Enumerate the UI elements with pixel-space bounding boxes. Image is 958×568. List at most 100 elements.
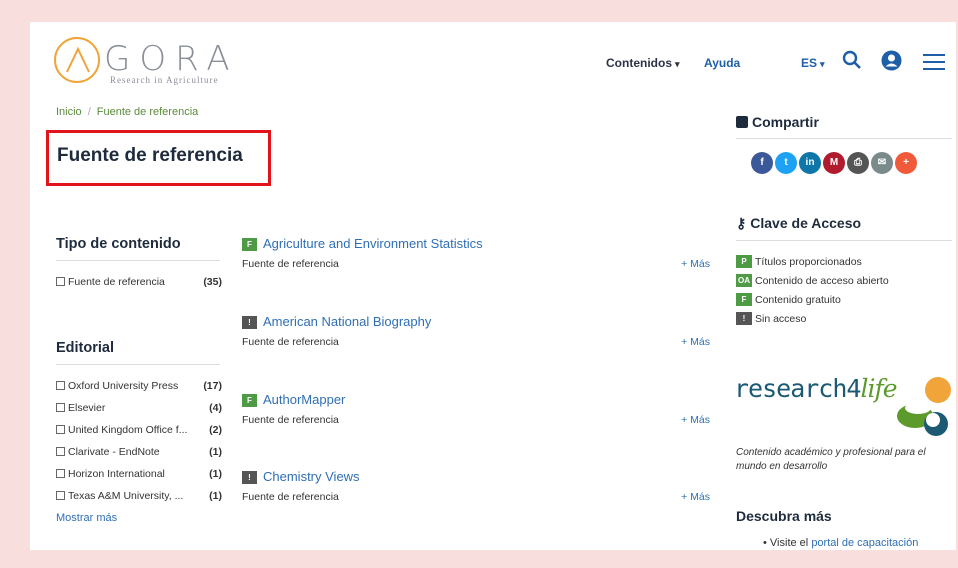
page-title: Fuente de referencia (57, 145, 243, 166)
checkbox[interactable] (56, 277, 65, 286)
print-icon[interactable]: ⎙ (847, 152, 869, 174)
key-item-label: Títulos proporcionados (755, 256, 862, 268)
access-badge-icon: ! (242, 316, 257, 329)
facebook-icon[interactable]: f (751, 152, 773, 174)
result-title-link[interactable]: American National Biography (263, 314, 431, 329)
facet-option-count: (1) (209, 490, 222, 502)
access-badge-icon: F (242, 394, 257, 407)
share-heading-label: Compartir (752, 114, 819, 130)
r4l-main: research4 (734, 374, 861, 403)
logo-a-icon (54, 37, 100, 83)
access-key-heading: ⚷ Clave de Acceso (736, 215, 952, 241)
nav-contenidos[interactable]: Contenidos ▾ (606, 56, 680, 70)
visit-item: • Visite el portal de capacitación (763, 537, 918, 549)
key-item: OA Contenido de acceso abierto (736, 274, 889, 287)
facet-option-label: Texas A&M University, ... (68, 490, 184, 502)
result-more-link[interactable]: + Más (681, 258, 710, 270)
access-badge-icon: ! (736, 312, 752, 325)
facet-option-label: Elsevier (68, 402, 106, 414)
facet-option-label: Horizon International (68, 468, 165, 480)
discover-heading: Descubra más (736, 508, 832, 524)
hamburger-menu-icon[interactable] (923, 54, 945, 75)
facet-option[interactable]: Clarivate - EndNote (1) (56, 446, 222, 460)
facet-option-label: Fuente de referencia (68, 276, 165, 288)
checkbox[interactable] (56, 381, 65, 390)
facet-option[interactable]: Texas A&M University, ... (1) (56, 490, 222, 504)
plus-icon[interactable]: + (895, 152, 917, 174)
nav-contenidos-label: Contenidos (606, 56, 672, 70)
r4l-wordmark: research4life (734, 374, 898, 403)
agora-logo[interactable]: GORA Research in Agriculture (54, 37, 254, 87)
result-item: F Agriculture and Environment Statistics … (242, 235, 712, 270)
result-type: Fuente de referencia (242, 414, 339, 426)
linkedin-icon[interactable]: in (799, 152, 821, 174)
key-item: F Contenido gratuito (736, 293, 841, 306)
facet-option-count: (2) (209, 424, 222, 436)
result-title-link[interactable]: Chemistry Views (263, 469, 360, 484)
page-title-highlight: Fuente de referencia (46, 130, 271, 186)
facet-option[interactable]: Oxford University Press (17) (56, 380, 222, 394)
nav-ayuda[interactable]: Ayuda (704, 56, 740, 70)
access-badge-icon: F (736, 293, 752, 306)
search-icon[interactable] (842, 50, 862, 75)
result-more-link[interactable]: + Más (681, 414, 710, 426)
r4l-leaves-icon (897, 377, 951, 436)
training-portal-link[interactable]: portal de capacitación (811, 537, 918, 549)
mendeley-icon[interactable]: M (823, 152, 845, 174)
access-key-heading-label: Clave de Acceso (750, 215, 862, 231)
key-item-label: Contenido gratuito (755, 294, 841, 306)
facet-option-count: (35) (203, 276, 222, 288)
breadcrumb-separator: / (87, 106, 91, 118)
logo-name: GORA (104, 39, 239, 79)
key-icon: ⚷ (736, 215, 747, 231)
social-buttons: f t in M ⎙ ✉ + (751, 152, 919, 174)
result-type: Fuente de referencia (242, 336, 339, 348)
research4life-logo[interactable]: research4life (734, 368, 954, 440)
result-item: ! American National Biography Fuente de r… (242, 313, 712, 348)
checkbox[interactable] (56, 469, 65, 478)
checkbox[interactable] (56, 425, 65, 434)
facet-heading-tipo: Tipo de contenido (56, 236, 220, 261)
result-item: ! Chemistry Views Fuente de referencia + … (242, 468, 712, 503)
breadcrumb-current[interactable]: Fuente de referencia (97, 106, 199, 118)
result-more-link[interactable]: + Más (681, 336, 710, 348)
facet-option-label: United Kingdom Office f... (68, 424, 188, 436)
access-badge-icon: F (242, 238, 257, 251)
result-more-link[interactable]: + Más (681, 491, 710, 503)
checkbox[interactable] (56, 491, 65, 500)
email-icon[interactable]: ✉ (871, 152, 893, 174)
access-badge-icon: OA (736, 274, 752, 287)
key-item-label: Sin acceso (755, 313, 807, 325)
user-account-icon[interactable] (881, 50, 902, 76)
breadcrumb-home[interactable]: Inicio (56, 106, 82, 118)
r4l-description: Contenido académico y profesional para e… (736, 447, 926, 472)
share-heading: Compartir (736, 114, 952, 139)
checkbox[interactable] (56, 403, 65, 412)
result-title-link[interactable]: Agriculture and Environment Statistics (263, 236, 483, 251)
facet-option[interactable]: United Kingdom Office f... (2) (56, 424, 222, 438)
key-item: ! Sin acceso (736, 312, 806, 325)
language-select[interactable]: ES ▾ (801, 56, 825, 70)
checkbox[interactable] (56, 447, 65, 456)
facet-option[interactable]: Fuente de referencia (35) (56, 276, 222, 290)
share-icon (736, 116, 748, 128)
result-type: Fuente de referencia (242, 258, 339, 270)
facet-option-count: (17) (203, 380, 222, 392)
facet-option[interactable]: Elsevier (4) (56, 402, 222, 416)
page: GORA Research in Agriculture Contenidos ▾… (30, 22, 956, 550)
result-title-link[interactable]: AuthorMapper (263, 392, 345, 407)
access-badge-icon: P (736, 255, 752, 268)
show-more-link[interactable]: Mostrar más (56, 512, 117, 524)
bullet: • (763, 537, 767, 549)
twitter-icon[interactable]: t (775, 152, 797, 174)
chevron-down-icon: ▾ (675, 59, 680, 69)
facet-option-count: (1) (209, 446, 222, 458)
facet-heading-editorial: Editorial (56, 340, 220, 365)
breadcrumb: Inicio / Fuente de referencia (56, 106, 198, 118)
key-item-label: Contenido de acceso abierto (755, 275, 889, 287)
visit-prefix: Visite el (769, 537, 809, 549)
facet-option[interactable]: Horizon International (1) (56, 468, 222, 482)
access-badge-icon: ! (242, 471, 257, 484)
facet-option-count: (4) (209, 402, 222, 414)
facet-option-label: Clarivate - EndNote (68, 446, 160, 458)
